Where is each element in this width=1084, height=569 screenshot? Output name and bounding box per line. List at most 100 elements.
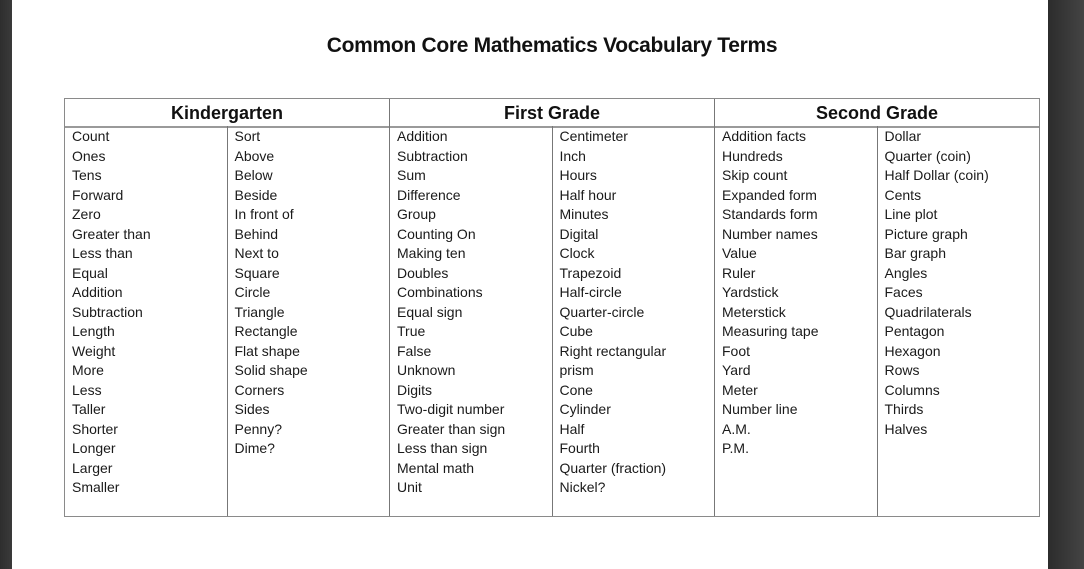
- vocab-term: Counting On: [397, 225, 476, 242]
- vocab-term: Half Dollar (coin): [884, 167, 989, 183]
- vocab-term: Skip count: [722, 167, 788, 183]
- vocab-term: In front of: [234, 206, 294, 222]
- vocab-term: Yard: [722, 362, 751, 378]
- kindergarten-column-2: Sort Above Below Beside In front of Behind Nex…: [228, 126, 390, 516]
- vocab-term: Expanded form: [722, 186, 817, 203]
- vocab-term: Longer: [72, 440, 116, 456]
- vocab-term: Number line: [722, 401, 798, 417]
- vocab-term: Triangle: [234, 303, 285, 320]
- vocab-term: Thirds: [884, 401, 924, 417]
- vocab-term: Inch: [559, 147, 586, 164]
- vocab-term: Fourth: [559, 440, 600, 456]
- vocab-term: Meterstick: [722, 303, 786, 320]
- vocab-term: Half hour: [559, 186, 617, 203]
- vocab-term: Tens: [72, 167, 102, 183]
- vocab-term: Less than sign: [397, 440, 488, 456]
- vocab-term: Subtraction: [397, 147, 468, 164]
- vocab-term: Two-digit number: [397, 401, 505, 417]
- vocab-term: Solid shape: [234, 362, 308, 378]
- header-first-grade: First Grade: [390, 99, 715, 126]
- vocab-term: Pentagon: [884, 323, 945, 339]
- vocab-term: True: [397, 323, 426, 339]
- vocab-term: Penny?: [234, 420, 282, 437]
- vocab-term: Count: [72, 128, 110, 144]
- vocab-term: Picture graph: [884, 225, 968, 242]
- vocab-term: Quarter-circle: [559, 303, 645, 320]
- vocab-term: Equal: [72, 264, 108, 281]
- vocab-term: False: [397, 342, 432, 359]
- vocab-term: Larger: [72, 459, 113, 476]
- vocab-term: Difference: [397, 186, 461, 203]
- vocab-term: Standards form: [722, 206, 818, 222]
- document-title: Common Core Mathematics Vocabulary Terms: [326, 34, 778, 57]
- vocab-term: Unit: [397, 479, 422, 495]
- vocab-term: Hours: [559, 167, 597, 183]
- vocab-term: Taller: [72, 401, 106, 417]
- vocab-term: Quadrilaterals: [884, 303, 972, 320]
- vocab-term: Meter: [722, 381, 758, 398]
- viewer-frame-right: [1048, 0, 1084, 569]
- vocab-term: Less than: [72, 245, 133, 261]
- vocab-term: Equal sign: [397, 303, 463, 320]
- vocab-term: Doubles: [397, 264, 449, 281]
- vocab-term: Columns: [884, 381, 940, 398]
- table-header-row: Kindergarten First Grade Second Grade: [65, 99, 1039, 128]
- vocab-term: Forward: [72, 186, 124, 203]
- first-grade-column-2: Centimeter Inch Hours Half hour Minutes Digit…: [553, 126, 715, 516]
- vocab-term: Greater than sign: [397, 420, 506, 437]
- vocab-term: Mental math: [397, 459, 475, 476]
- vocab-term: Ones: [72, 147, 106, 164]
- vocab-term: Halves: [884, 420, 928, 437]
- vocab-term: Yardstick: [722, 284, 779, 300]
- second-grade-column-2: Dollar Quarter (coin) Half Dollar (coin) Ce…: [878, 126, 1040, 516]
- vocab-term: Sides: [234, 401, 270, 417]
- vocab-term: Rows: [884, 362, 920, 378]
- vocab-term: Sort: [234, 128, 261, 144]
- vocab-term: Greater than: [72, 225, 151, 242]
- kindergarten-column-1: Count Ones Tens Forward Zero Greater than Less…: [65, 126, 228, 516]
- vocab-term: Smaller: [72, 479, 120, 495]
- vocab-term: Behind: [234, 225, 279, 242]
- vocab-term: Sum: [397, 167, 426, 183]
- vocab-term: Clock: [559, 245, 595, 261]
- vocab-term: Value: [722, 245, 757, 261]
- first-grade-column-1: Addition Subtraction Sum Difference Group Cou…: [390, 126, 553, 516]
- vocab-term: Combinations: [397, 284, 483, 300]
- vocab-term: Half-circle: [559, 284, 622, 300]
- header-second-grade: Second Grade: [815, 103, 939, 123]
- vocab-term: Making ten: [397, 245, 466, 261]
- vocab-term: Dime?: [234, 440, 275, 456]
- vocab-term: Quarter (fraction): [559, 459, 667, 476]
- vocab-term: Hexagon: [884, 342, 941, 359]
- viewer-frame-left: [0, 0, 12, 569]
- vocab-term: Trapezoid: [559, 264, 622, 281]
- vocabulary-table: Kindergarten First Grade Second Grade Co…: [64, 98, 1040, 517]
- vocab-term: Addition: [72, 284, 123, 300]
- vocab-term: Subtraction: [72, 303, 143, 320]
- vocab-term: Measuring tape: [722, 323, 819, 339]
- vocab-term: Group: [397, 206, 436, 222]
- vocab-term: Addition: [397, 128, 448, 144]
- vocab-term: Digital: [559, 225, 599, 242]
- vocab-term: Flat shape: [234, 342, 300, 359]
- vocab-term: Cents: [884, 186, 922, 203]
- vocab-term: Hundreds: [722, 147, 783, 164]
- vocab-term: Beside: [234, 186, 278, 203]
- table-body-row: Count Ones Tens Forward Zero Greater than Less…: [65, 126, 1039, 516]
- vocab-term: Less: [72, 381, 102, 398]
- second-grade-column-1: Addition facts Hundreds Skip count Expanded…: [715, 126, 878, 516]
- vocab-term: P.M.: [722, 440, 749, 456]
- vocab-term: Rectangle: [234, 323, 298, 339]
- vocab-term: Weight: [72, 342, 116, 359]
- vocab-term: Square: [234, 264, 280, 281]
- vocab-term: Shorter: [72, 420, 118, 437]
- vocab-term: Dollar: [884, 128, 922, 144]
- vocab-term: Circle: [234, 284, 271, 300]
- vocab-term: Cone: [559, 381, 593, 398]
- vocab-term: Faces: [884, 284, 923, 300]
- document-page: Common Core Mathematics Vocabulary Terms…: [12, 0, 1048, 569]
- vocab-term: A.M.: [722, 420, 751, 437]
- vocab-term: Right rectangular: [559, 342, 667, 359]
- vocab-term: Digits: [397, 381, 433, 398]
- vocab-term: Nickel?: [559, 479, 606, 495]
